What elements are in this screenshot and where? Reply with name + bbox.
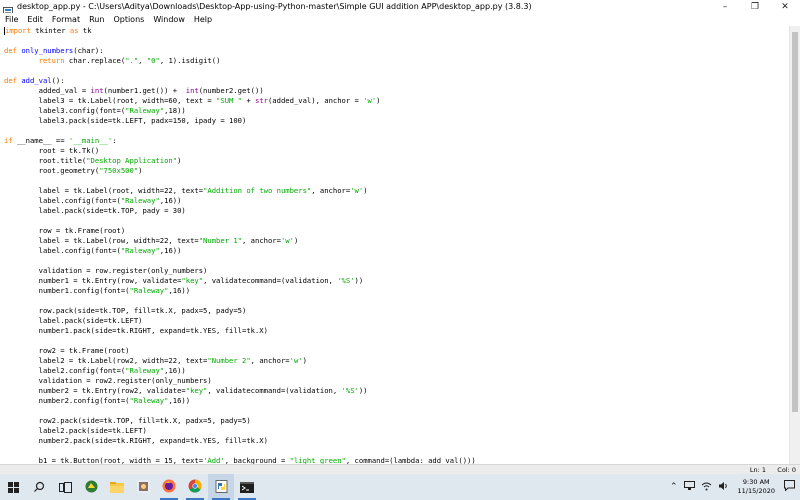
line-indicator: Ln: 1 <box>749 466 766 474</box>
firefox-icon <box>162 478 176 497</box>
chrome-button[interactable] <box>182 474 208 500</box>
volume-icon[interactable] <box>718 481 729 494</box>
app-icon <box>136 478 150 497</box>
app-button[interactable] <box>130 474 156 500</box>
minimize-button[interactable]: – <box>710 0 740 13</box>
chrome-icon <box>188 478 202 497</box>
terminal-icon <box>240 478 254 497</box>
title-bar: desktop_app.py - C:\Users\Aditya\Downloa… <box>0 0 800 17</box>
windows-logo-icon <box>85 478 98 497</box>
maximize-button[interactable]: ❐ <box>740 0 770 13</box>
status-bar: Ln: 1 Col: 0 <box>0 464 800 474</box>
firefox-button[interactable] <box>156 474 182 500</box>
network-icon[interactable] <box>683 480 695 494</box>
wifi-icon[interactable] <box>701 481 712 494</box>
scrollbar-thumb[interactable] <box>792 32 798 412</box>
windows-logo-button[interactable] <box>78 474 104 500</box>
code-text[interactable]: import tkinter as tk def only_numbers(ch… <box>0 26 789 464</box>
notification-icon[interactable] <box>784 480 795 494</box>
close-button[interactable]: ✕ <box>770 0 800 13</box>
menu-window[interactable]: Window <box>153 15 185 24</box>
task-view-button[interactable] <box>52 474 78 500</box>
search-icon <box>33 478 45 497</box>
menu-bar: File Edit Format Run Options Window Help <box>0 13 800 26</box>
chevron-up-icon[interactable]: ⌃ <box>670 482 678 492</box>
system-tray: ⌃ 9:30 AM 11/15/2020 <box>667 474 800 500</box>
file-explorer-button[interactable] <box>104 474 130 500</box>
menu-options[interactable]: Options <box>113 15 144 24</box>
start-button[interactable] <box>0 474 26 500</box>
file-explorer-icon <box>110 478 124 497</box>
search-button[interactable] <box>26 474 52 500</box>
clock-time: 9:30 AM <box>742 478 770 486</box>
close-icon: ✕ <box>781 1 789 12</box>
start-icon <box>7 478 19 497</box>
menu-run[interactable]: Run <box>89 15 104 24</box>
idle-app-icon <box>3 2 13 17</box>
clock-date: 11/15/2020 <box>737 487 775 495</box>
menu-format[interactable]: Format <box>52 15 80 24</box>
task-view-icon <box>58 478 72 497</box>
python-idle-icon <box>215 478 228 497</box>
python-idle-button[interactable] <box>208 474 234 500</box>
vertical-scrollbar[interactable] <box>789 26 800 464</box>
menu-edit[interactable]: Edit <box>27 15 43 24</box>
code-editor[interactable]: import tkinter as tk def only_numbers(ch… <box>0 26 789 464</box>
terminal-button[interactable] <box>234 474 260 500</box>
menu-help[interactable]: Help <box>194 15 212 24</box>
clock[interactable]: 9:30 AM 11/15/2020 <box>738 478 775 496</box>
column-indicator: Col: 0 <box>777 466 796 474</box>
maximize-icon: ❐ <box>750 1 760 12</box>
window-title: desktop_app.py - C:\Users\Aditya\Downloa… <box>17 2 532 11</box>
minimize-icon: – <box>722 1 728 12</box>
menu-file[interactable]: File <box>5 15 18 24</box>
